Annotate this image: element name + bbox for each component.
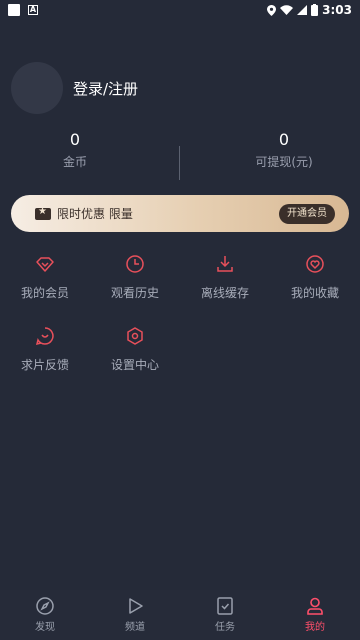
feature-label: 我的会员 xyxy=(20,286,69,300)
tab-label: 频道 xyxy=(125,622,145,633)
app-notification-icon: A xyxy=(28,5,38,15)
wifi-icon xyxy=(280,5,294,15)
stats-panel: 0 金币 0 可提现(元) xyxy=(0,130,360,182)
feedback-icon xyxy=(35,327,54,346)
vip-promo-text: 限时优惠 限量 xyxy=(57,207,133,221)
heart-icon xyxy=(306,255,324,273)
feature-label: 设置中心 xyxy=(110,358,159,372)
vip-promo-banner[interactable]: 限时优惠 限量 开通会员 xyxy=(11,195,349,232)
task-icon xyxy=(217,597,233,615)
bottom-tab-bar: 发现 频道 任务 我的 xyxy=(0,590,360,640)
cash-stat[interactable]: 0 可提现(元) xyxy=(209,130,359,170)
feature-label: 离线缓存 xyxy=(200,286,249,300)
feature-watch-history[interactable]: 观看历史 xyxy=(90,254,180,301)
coins-stat[interactable]: 0 金币 xyxy=(0,130,150,170)
compass-icon xyxy=(36,597,54,615)
battery-icon xyxy=(311,4,319,16)
play-icon xyxy=(129,598,143,614)
tab-label: 我的 xyxy=(305,622,325,633)
feature-label: 我的收藏 xyxy=(290,286,339,300)
feature-my-vip[interactable]: 我的会员 xyxy=(0,254,90,301)
feature-request-feedback[interactable]: 求片反馈 xyxy=(0,326,90,373)
ticket-icon xyxy=(35,206,51,220)
feature-label: 求片反馈 xyxy=(20,358,69,372)
tab-discover[interactable]: 发现 xyxy=(0,590,90,640)
open-vip-button[interactable]: 开通会员 xyxy=(279,203,335,224)
status-bar: A 3:03 xyxy=(0,0,360,20)
tab-tasks[interactable]: 任务 xyxy=(180,590,270,640)
feature-label: 观看历史 xyxy=(110,286,159,300)
tab-channel[interactable]: 频道 xyxy=(90,590,180,640)
cash-label: 可提现(元) xyxy=(255,155,313,169)
tab-label: 任务 xyxy=(215,622,235,633)
download-icon xyxy=(217,256,233,272)
user-icon xyxy=(307,597,323,615)
profile-header[interactable]: 登录/注册 xyxy=(11,62,138,114)
tab-label: 发现 xyxy=(35,622,55,633)
feature-settings-center[interactable]: 设置中心 xyxy=(90,326,180,373)
tab-mine[interactable]: 我的 xyxy=(270,590,360,640)
cash-value: 0 xyxy=(278,130,290,149)
coins-label: 金币 xyxy=(62,155,87,169)
signal-icon xyxy=(297,5,308,15)
location-icon xyxy=(267,4,277,16)
stats-divider xyxy=(179,146,180,180)
notification-icon xyxy=(8,4,20,16)
feature-my-favorites[interactable]: 我的收藏 xyxy=(270,254,360,301)
feature-offline-cache[interactable]: 离线缓存 xyxy=(180,254,270,301)
login-register-link[interactable]: 登录/注册 xyxy=(73,78,138,99)
settings-icon xyxy=(127,327,143,345)
coins-value: 0 xyxy=(69,130,81,149)
status-time: 3:03 xyxy=(322,3,352,17)
diamond-icon xyxy=(36,257,54,272)
clock-icon xyxy=(126,255,144,273)
avatar[interactable] xyxy=(11,62,63,114)
